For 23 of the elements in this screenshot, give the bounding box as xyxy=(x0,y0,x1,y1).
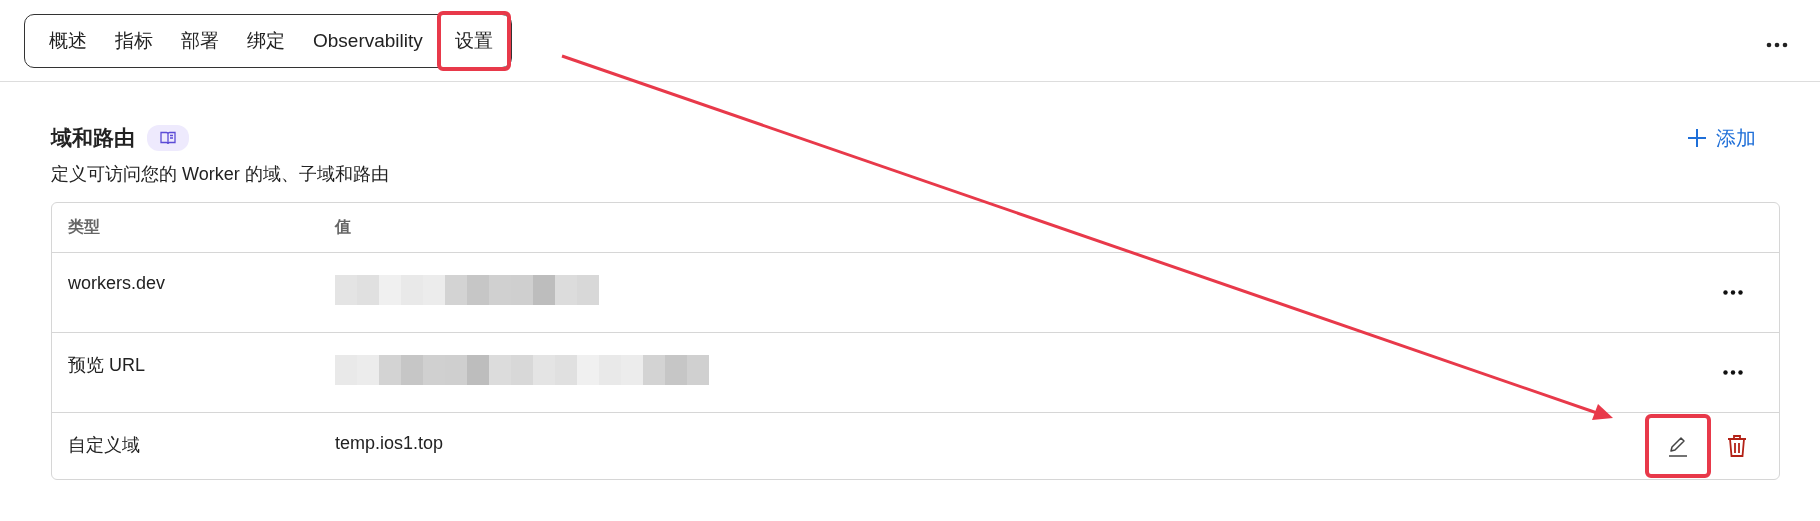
more-icon xyxy=(1723,290,1743,295)
table-cell: temp.ios1.top xyxy=(335,433,444,453)
tab[interactable]: 指标 xyxy=(101,18,167,63)
pencil-icon xyxy=(1667,434,1689,458)
table-cell-text: 预览 URL xyxy=(68,354,146,377)
tab[interactable]: 绑定 xyxy=(233,18,299,63)
table-cell-text: 自定义域 xyxy=(68,434,141,457)
add-button[interactable]: 添加 xyxy=(1688,124,1780,152)
book-icon xyxy=(160,131,176,145)
section-description: 定义可访问您的 Worker 的域、子域和路由 xyxy=(51,163,390,186)
plus-icon xyxy=(1688,129,1706,147)
tab[interactable]: 设置 xyxy=(440,18,507,63)
column-header: 值 xyxy=(335,217,352,237)
column-header: 类型 xyxy=(68,217,101,237)
tab[interactable]: 概述 xyxy=(35,18,101,63)
more-icon xyxy=(1766,41,1788,48)
more-icon xyxy=(1723,370,1743,375)
table-cell-text: workers.dev xyxy=(68,272,167,295)
tab[interactable]: Observability xyxy=(299,18,437,63)
trash-icon xyxy=(1727,434,1747,458)
section-title: 域和路由 xyxy=(51,125,135,151)
tab[interactable]: 部署 xyxy=(167,18,233,63)
docs-badge[interactable] xyxy=(147,125,189,151)
